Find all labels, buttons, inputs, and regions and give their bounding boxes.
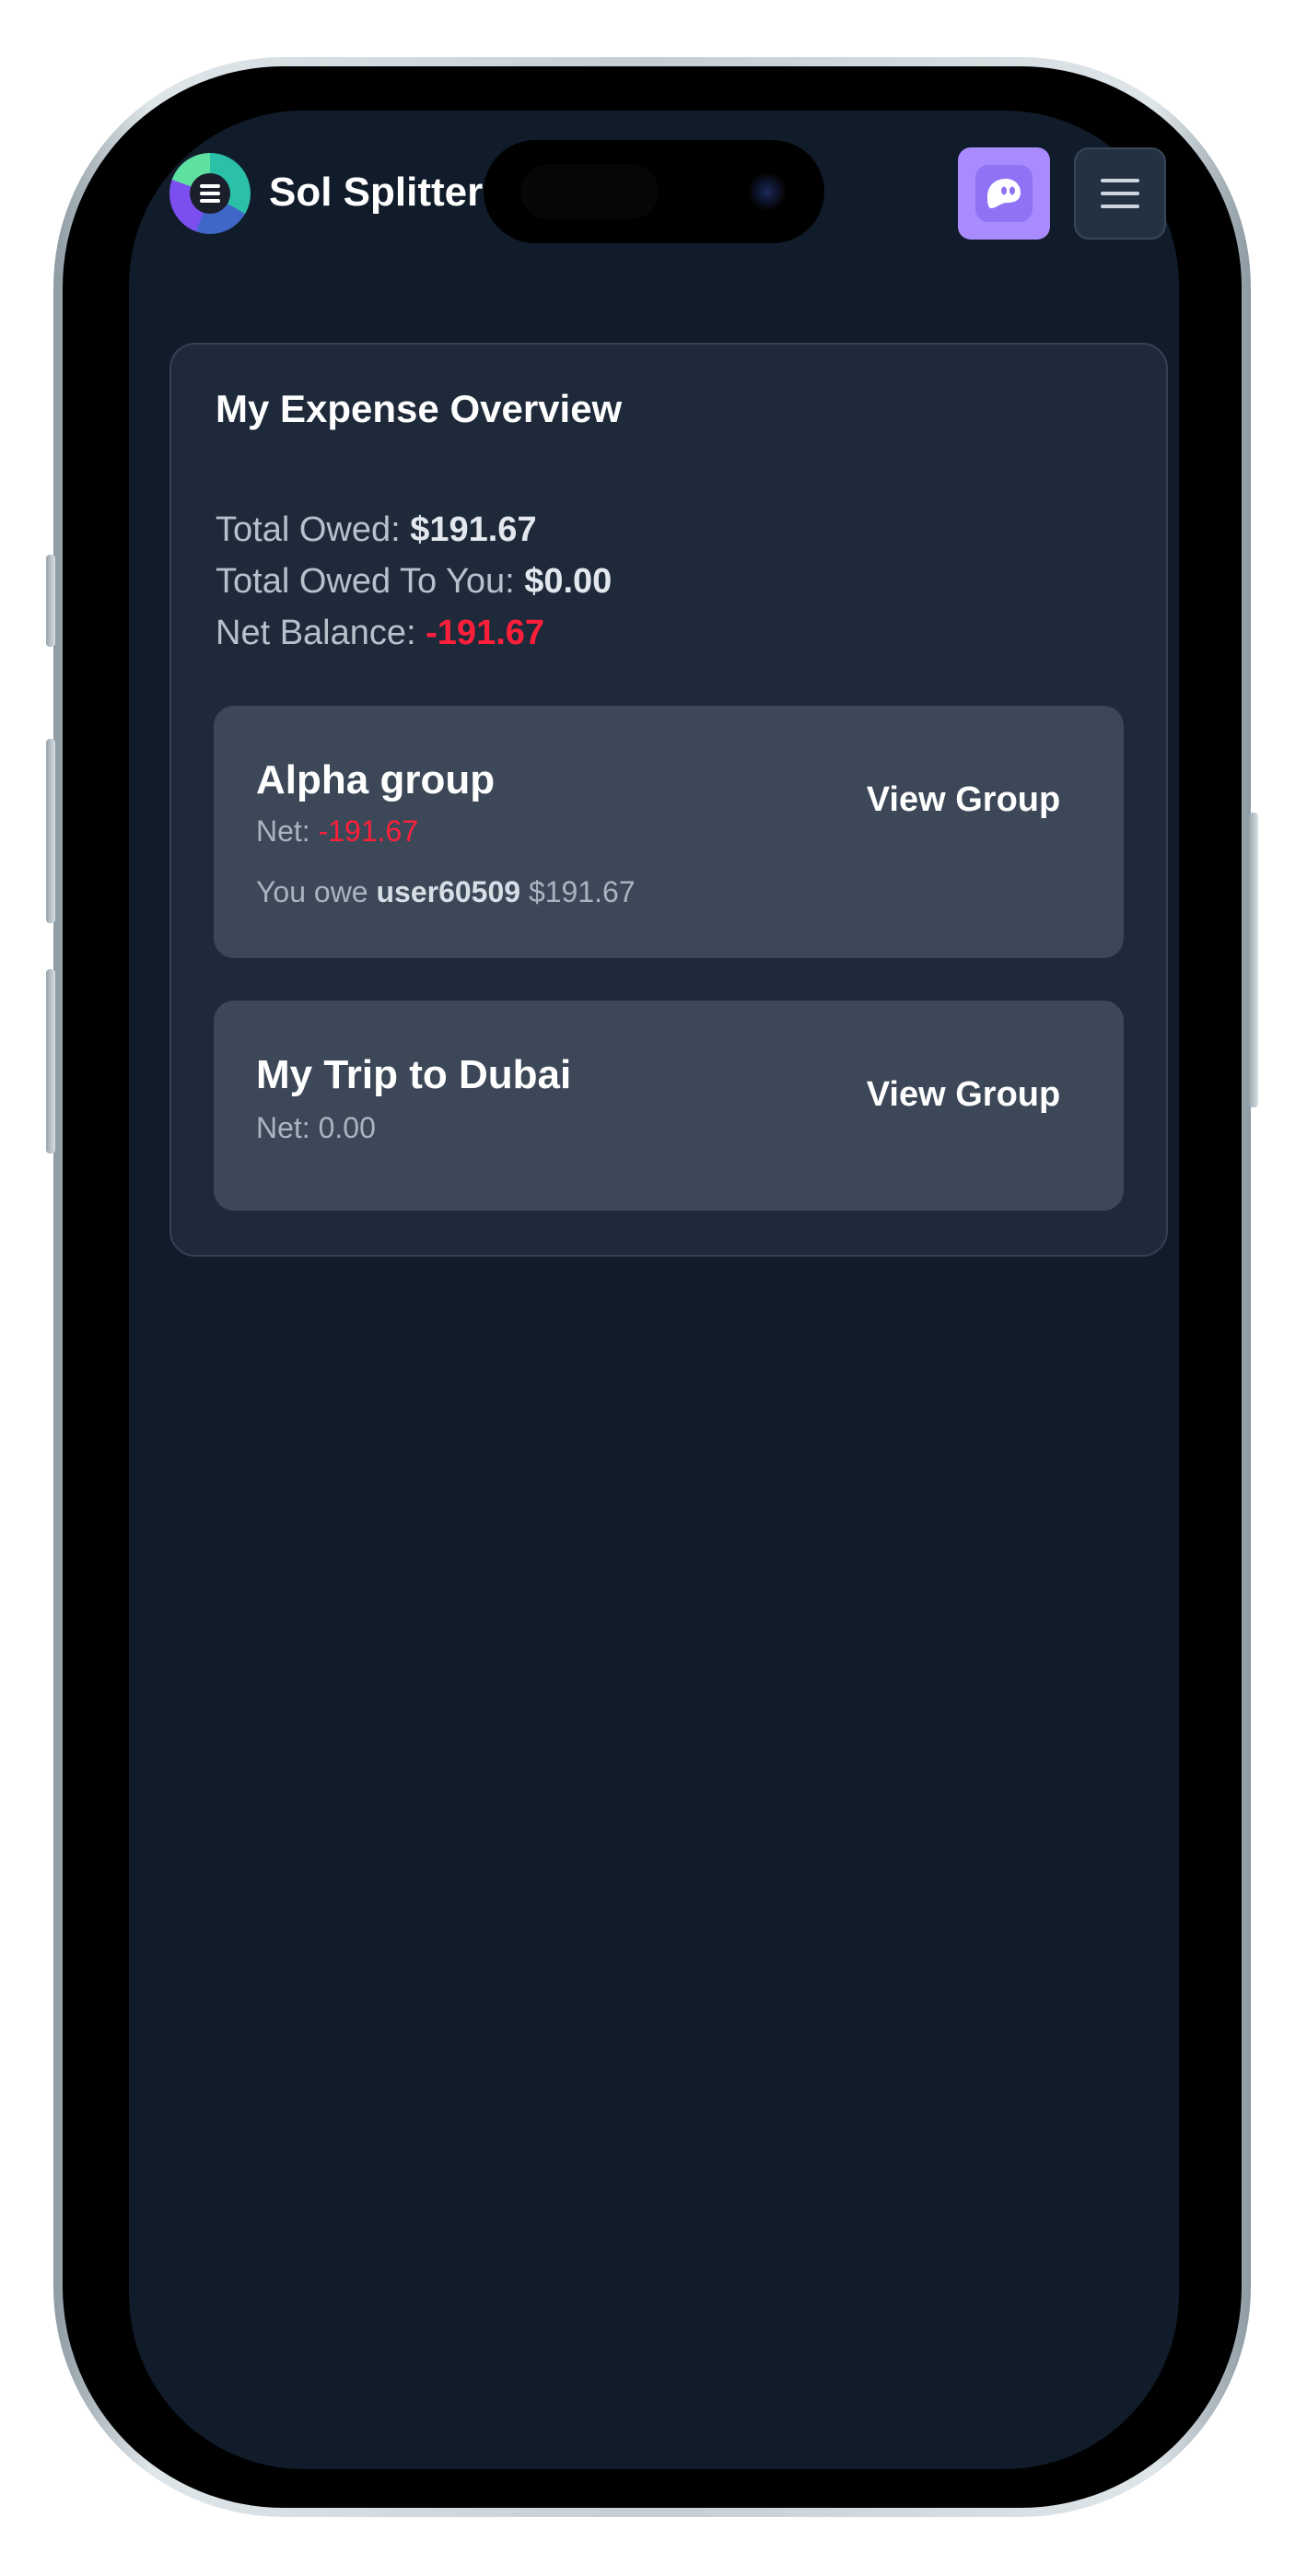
net-balance-label: Net Balance:: [216, 614, 426, 652]
view-group-button[interactable]: View Group: [844, 759, 1083, 840]
group-net-label: Net:: [256, 1111, 319, 1144]
total-owed-to-you-value: $0.00: [524, 562, 613, 601]
group-net-label: Net:: [256, 814, 319, 848]
total-owed-value: $191.67: [410, 510, 537, 549]
group-net-value: -191.67: [318, 814, 419, 848]
total-owed-to-you-label: Total Owed To You:: [216, 562, 525, 601]
group-name: Alpha group: [256, 757, 496, 802]
view-group-button[interactable]: View Group: [844, 1054, 1083, 1135]
sol-splitter-logo-icon[interactable]: [169, 153, 251, 234]
group-net-value: 0.00: [318, 1111, 376, 1144]
net-balance: Net Balance: -191.67: [216, 614, 544, 653]
front-camera-icon: [749, 173, 786, 210]
owe-prefix: You owe: [256, 875, 377, 908]
owe-user: user60509: [376, 875, 521, 908]
phantom-ghost-icon: [987, 179, 1021, 208]
volume-up-button: [46, 739, 55, 923]
group-net: Net: 0.00: [256, 1111, 376, 1145]
group-owe-summary: You owe user60509 $191.67: [256, 875, 636, 909]
dynamic-island: [484, 140, 824, 243]
total-owed: Total Owed: $191.67: [216, 510, 537, 550]
face-id-sensor: [520, 164, 659, 219]
group-net: Net: -191.67: [256, 814, 418, 849]
power-button: [1249, 813, 1258, 1107]
action-button: [46, 555, 55, 647]
group-name: My Trip to Dubai: [256, 1052, 572, 1097]
owe-amount: $191.67: [520, 875, 636, 908]
volume-down-button: [46, 969, 55, 1153]
overview-title: My Expense Overview: [216, 387, 623, 430]
group-card-alpha: Alpha group Net: -191.67 You owe user605…: [214, 706, 1124, 958]
total-owed-to-you: Total Owed To You: $0.00: [216, 562, 612, 602]
group-card-dubai: My Trip to Dubai Net: 0.00 View Group: [214, 1001, 1124, 1211]
total-owed-label: Total Owed:: [216, 510, 411, 549]
wallet-button[interactable]: [958, 147, 1050, 240]
app-title[interactable]: Sol Splitter: [269, 170, 483, 216]
hamburger-menu-icon[interactable]: [1074, 147, 1166, 240]
expense-overview-card: My Expense Overview Total Owed: $191.67 …: [169, 343, 1168, 1257]
net-balance-value: -191.67: [426, 614, 545, 652]
